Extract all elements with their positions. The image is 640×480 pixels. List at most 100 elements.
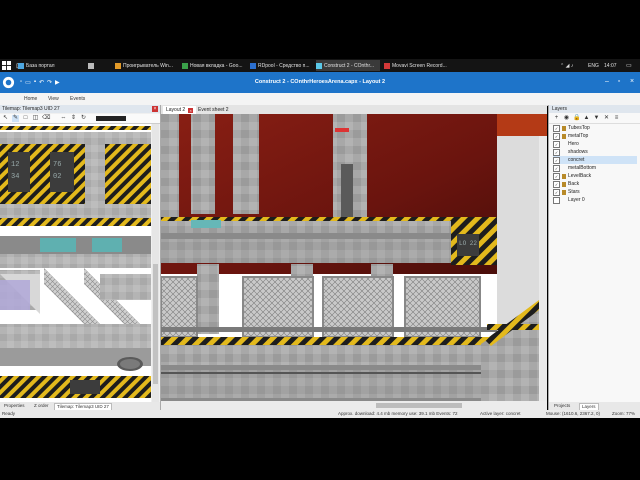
windows-start-icon[interactable] [2,61,11,70]
tab-events[interactable]: Events [70,96,85,102]
preview-icon[interactable]: ▶ [55,79,60,86]
new-icon[interactable]: ▫ [20,79,22,86]
layer-visibility-checkbox[interactable]: ✓ [553,180,560,188]
title-bar: ▫ ▭ ▪ ↶ ↷ ▶ Construct 2 - COnthrHeroesAr… [0,72,640,93]
layer-visibility-checkbox[interactable]: ✓ [553,140,560,148]
tab-event-sheet-2[interactable]: Event sheet 2 [195,106,232,114]
add-layer-icon[interactable]: + [553,115,560,122]
layer-visibility-checkbox[interactable]: ✓ [553,124,560,132]
open-icon[interactable]: ▭ [25,79,31,86]
taskbar-item-chrome[interactable]: Новая вкладка - Goo... [182,60,246,71]
layer-name: metalTop [568,133,589,139]
taskbar-item-rdpool[interactable]: RDpool - Средство п... [250,60,312,71]
sign-label: LO 22 [459,240,477,247]
tilemap-panel-title: Tilemap: Tilemap3 UID 27 [0,105,160,113]
layer-visibility-checkbox[interactable]: ✓ [553,148,560,156]
left-panel-tabs: Properties Z order Tilemap: Tilemap3 UID… [0,402,160,411]
layer-row[interactable]: ✓ metalBottom [553,164,637,172]
layer-visibility-checkbox[interactable] [553,196,560,204]
taskbar-pinned-icon[interactable] [88,60,100,71]
tab-home[interactable]: Home [24,96,37,102]
taskbar-item-movavi[interactable]: Movavi Screen Record... [384,60,450,71]
move-down-icon[interactable]: ▼ [593,115,600,122]
taskbar-item-label: Новая вкладка - Goo... [190,62,243,69]
layer-name: metalBottom [568,165,597,171]
layer-row[interactable]: ✓ shadows [553,148,637,156]
taskbar-item-label: RDpool - Средство п... [258,62,310,69]
layer-lock-icon[interactable] [562,181,566,187]
maximize-button[interactable]: ▫ [614,78,624,86]
close-tab-icon[interactable]: × [188,107,194,113]
tab-z-order[interactable]: Z order [32,403,51,409]
save-icon[interactable]: ▪ [34,79,36,86]
language-indicator[interactable]: ENG [588,60,602,71]
layer-row[interactable]: ✓ TubesTop [553,124,637,132]
tab-projects[interactable]: Projects [552,403,572,409]
status-ready: Ready [2,411,16,416]
eraser-icon[interactable]: ⌫ [42,115,50,122]
layers-panel-title: Layers [549,105,640,113]
tileset-view[interactable]: 12 34 76 02 [0,124,151,404]
notification-icon[interactable]: ▭ [626,60,636,71]
layer-row[interactable]: ✓ Stars [553,188,637,196]
taskbar-item-construct[interactable]: Construct 2 - COnthr... [316,60,380,71]
layer-lock-icon[interactable] [562,133,566,139]
tab-properties[interactable]: Properties [2,403,27,409]
panel-close-icon[interactable]: × [152,106,158,112]
tile-preview [96,116,126,121]
layer-visibility-checkbox[interactable]: ✓ [553,172,560,180]
layer-row[interactable]: ✓ Back [553,180,637,188]
layers-toolbar: + ◉ 🔒 ▲ ▼ ✕ ≡ [549,114,640,124]
visibility-icon[interactable]: ◉ [563,115,570,122]
layout-editor: Layout 2 × Event sheet 2 LO 22 [161,105,547,410]
layer-row[interactable]: ✓ metalTop [553,132,637,140]
layers-panel: Layers + ◉ 🔒 ▲ ▼ ✕ ≡ ✓ TubesTop ✓ metalTop ✓… [548,105,640,411]
minimize-button[interactable]: – [602,78,612,86]
layer-lock-icon[interactable] [562,189,566,195]
taskbar-item-label: База портал [26,62,55,69]
erase-icon[interactable]: ◫ [32,115,39,122]
layer-lock-icon[interactable] [562,125,566,131]
tilemap-toolbar: ↖ ✎ □ ◫ ⌫ ⇔ ⇕ ↻ [0,114,160,124]
layer-row[interactable]: ✓ Hero [553,140,637,148]
taskbar-item-media-player[interactable]: Проигрыватель Win... [115,60,177,71]
flip-icon[interactable]: ⇕ [70,115,77,122]
layer-name: TubesTop [568,125,590,131]
scrollbar-thumb[interactable] [376,403,462,408]
undo-icon[interactable]: ↶ [39,79,44,86]
layer-row[interactable]: ✓ LevelBack [553,172,637,180]
tray-icons[interactable]: ⌃ ◢ ♪ [560,60,584,71]
layer-row[interactable]: Layer 0 [553,196,637,204]
tab-layout-2[interactable]: Layout 2 × [163,106,197,114]
layer-name: Stars [568,189,580,195]
pencil-icon[interactable]: ✎ [12,115,19,122]
layout-canvas[interactable]: LO 22 [161,114,547,401]
window-title: Construct 2 - COnthrHeroesArena.capx - L… [254,79,386,85]
taskbar-item-portal[interactable]: База портал [18,60,84,71]
layer-visibility-checkbox[interactable]: ✓ [553,132,560,140]
scrollbar-thumb[interactable] [153,264,158,384]
lock-icon[interactable]: 🔒 [573,115,580,122]
close-button[interactable]: × [627,78,637,86]
delete-layer-icon[interactable]: ✕ [603,115,610,122]
layer-name: LevelBack [568,173,592,179]
layer-settings-icon[interactable]: ≡ [613,115,620,122]
tileset-vertical-scrollbar[interactable] [152,124,159,404]
construct-app-icon[interactable] [2,76,15,89]
rectangle-icon[interactable]: □ [22,115,29,122]
redo-icon[interactable]: ↷ [47,79,52,86]
layer-lock-icon[interactable] [562,173,566,179]
layout-horizontal-scrollbar[interactable] [161,401,547,410]
pointer-icon[interactable]: ↖ [2,115,9,122]
document-tabs: Layout 2 × Event sheet 2 [161,105,547,114]
rotate-icon[interactable]: ↻ [80,115,87,122]
app-icon [316,62,322,69]
clock[interactable]: 14:07 [604,60,620,71]
layer-visibility-checkbox[interactable]: ✓ [553,188,560,196]
mirror-icon[interactable]: ⇔ [60,115,67,122]
layer-visibility-checkbox[interactable]: ✓ [553,164,560,172]
tab-view[interactable]: View [48,96,59,102]
layer-visibility-checkbox[interactable]: ✓ [553,156,560,164]
layer-row[interactable]: ✓ concret [553,156,637,164]
move-up-icon[interactable]: ▲ [583,115,590,122]
